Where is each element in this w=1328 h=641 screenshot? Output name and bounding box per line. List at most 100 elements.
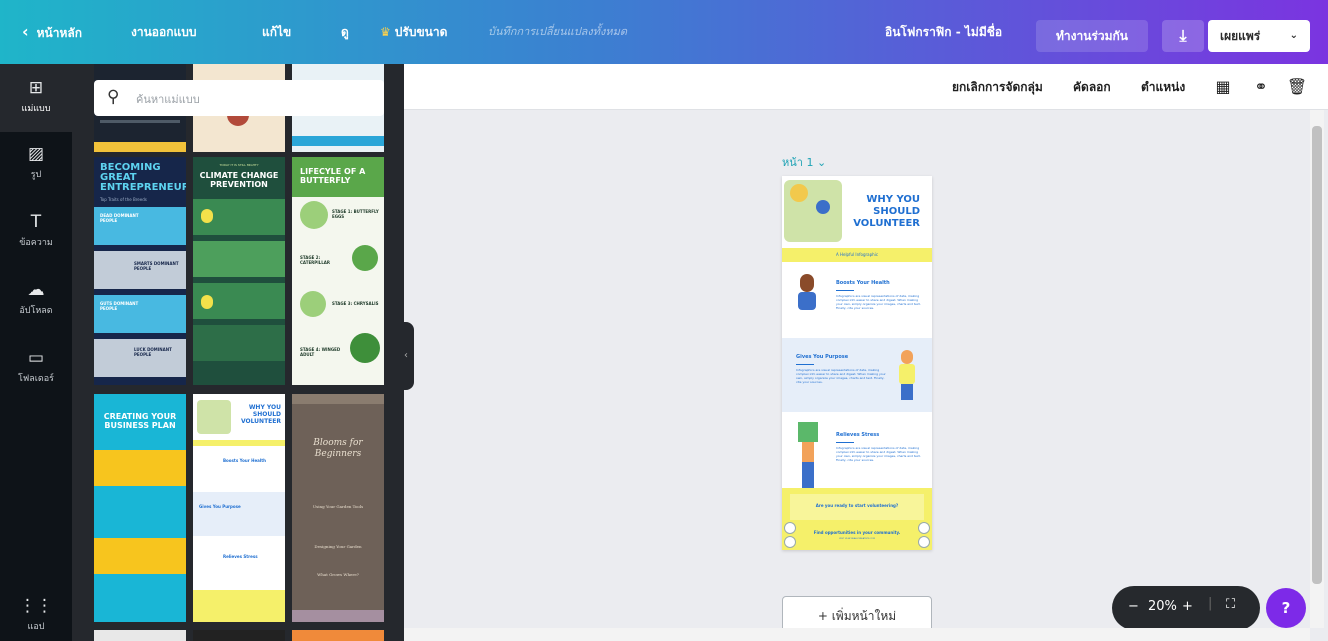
template-thumb-partial-4[interactable] [94,630,186,641]
template-row-label: SMARTS DOMINANT PEOPLE [134,261,179,271]
document-title[interactable]: อินโฟกราฟิก - ไม่มีชื่อ [885,0,1002,64]
selection-handle[interactable] [918,522,930,534]
template-thumb-partial-6[interactable] [292,630,384,641]
page-footer: Are you ready to start volunteering? Fin… [782,488,932,550]
save-status: บันทึกการเปลี่ยนแปลงทั้งหมด [488,25,628,38]
template-title: CLIMATE CHANGE PREVENTION [199,171,279,189]
chevron-left-icon: ‹ [22,22,29,41]
design-page[interactable]: WHY YOU SHOULD VOLUNTEER A Helpful Infog… [782,176,932,550]
horizontal-scrollbar[interactable] [404,628,1310,641]
folder-icon: ▭ [27,348,45,368]
zoom-control: − 20% + | ⛶ [1112,586,1260,630]
page-footer-text: Find opportunities in your community. [813,530,901,535]
section-body: Infographics are visual representations … [836,294,921,310]
section-heading: Gives You Purpose [796,354,849,360]
page-label[interactable]: หน้า 1 ⌄ [782,153,826,171]
chevron-down-icon: ⌄ [1289,30,1298,41]
template-row-label: DEAD DOMINANT PEOPLE [100,213,139,223]
template-row-label: Relieves Stress [223,554,258,559]
vertical-scroll-thumb[interactable] [1312,126,1322,584]
trash-icon[interactable]: 🗑 [1286,76,1308,98]
ungroup-button[interactable]: ยกเลิกการจัดกลุ่ม [952,64,1043,110]
page-subtitle: A Helpful Infographic [835,252,879,257]
crown-icon: ♛ [380,25,391,39]
child-shape [816,200,830,214]
template-title: CREATING YOUR BUSINESS PLAN [103,412,177,430]
rail-item-uploads[interactable]: ☁ อัปโหลด [0,280,72,317]
transparency-icon[interactable]: ▦ [1212,76,1234,98]
template-subtitle: Top Traits of the Breeds [100,197,147,202]
link-icon[interactable]: ⚭ [1250,76,1272,98]
template-title: BECOMING GREAT ENTREPRENEURS [100,162,186,193]
carrying-man-illustration [796,422,820,488]
help-button[interactable]: ? [1266,588,1306,628]
selection-handle[interactable] [918,536,930,548]
rail-item-text[interactable]: T ข้อความ [0,212,72,249]
subtitle-band: A Helpful Infographic [782,248,932,262]
section-body: Infographics are visual representations … [796,368,886,384]
selection-handle[interactable] [784,522,796,534]
template-kicker: TODAY IT IS STILL MIGHTY [219,163,259,167]
search-icon: ⚲ [107,87,120,107]
zoom-out-button[interactable]: − [1128,599,1139,614]
download-button[interactable]: ⤓ [1162,20,1204,52]
rail-item-photos[interactable]: ▨ รูป [0,144,72,181]
template-row-label: What Grows Where? [317,572,359,577]
fullscreen-icon[interactable]: ⛶ [1226,597,1235,612]
photo-icon: ▨ [27,144,45,164]
collaborate-button[interactable]: ทำงานร่วมกัน [1036,20,1148,52]
template-thumb-entrepreneurs[interactable]: BECOMING GREAT ENTREPRENEURS Top Traits … [94,157,186,385]
woman-illustration [796,274,818,310]
search-input[interactable]: ค้นหาแม่แบบ [136,90,200,108]
template-search-box[interactable]: ⚲ ค้นหาแม่แบบ [94,80,384,116]
page-footer-url: VISIT US AT REALLYGREATSITE.COM [839,538,875,540]
zoom-level[interactable]: 20% [1148,599,1177,614]
template-thumb-volunteer[interactable]: WHY YOU SHOULD VOLUNTEER Boosts Your Hea… [193,394,285,622]
divider [836,290,854,291]
back-home-button[interactable]: ‹ หน้าหลัก [22,0,82,64]
page-cta: Are you ready to start volunteering? [815,503,899,508]
rail-item-folders[interactable]: ▭ โฟลเดอร์ [0,348,72,385]
template-thumb-climate[interactable]: TODAY IT IS STILL MIGHTY CLIMATE CHANGE … [193,157,285,385]
section-body: Infographics are visual representations … [836,446,921,462]
publish-button[interactable]: เผยแพร่ ⌄ [1208,20,1310,52]
position-button[interactable]: ตำแหน่ง [1141,64,1185,110]
template-thumb-business-plan[interactable]: CREATING YOUR BUSINESS PLAN [94,394,186,622]
chevron-left-icon: ‹ [404,350,408,361]
rail-item-templates[interactable]: ⊞ แม่แบบ [0,64,72,132]
template-row-label: Using Your Garden Tools [312,504,364,509]
template-panel: BECOMING GREAT ENTREPRENEURS Top Traits … [72,64,404,641]
side-rail: ⊞ แม่แบบ ▨ รูป T ข้อความ ☁ อัปโหลด ▭ โฟล… [0,64,72,641]
action-bar: ยกเลิกการจัดกลุ่ม คัดลอก ตำแหน่ง ▦ ⚭ 🗑 [404,64,1328,110]
template-row-label: Designing Your Garden [314,544,362,549]
top-bar: ‹ หน้าหลัก งานออกแบบ แก้ไข ดู ♛ ปรับขนาด บ… [0,0,1328,64]
section-heading: Relieves Stress [836,432,880,438]
cheering-man-illustration [896,350,918,400]
template-thumb-blooms[interactable]: Blooms for Beginners Using Your Garden T… [292,394,384,622]
template-title: LIFECYLE OF A BUTTERFLY [300,167,366,185]
template-row-label: GUTS DOMINANT PEOPLE [100,301,139,311]
menu-resize[interactable]: ♛ ปรับขนาด [380,0,447,64]
menu-view[interactable]: ดู [341,0,349,64]
template-row-label: STAGE 2: CATERPILLAR [300,255,330,265]
menu-edit[interactable]: แก้ไข [262,0,291,64]
hat-shape [790,184,808,202]
template-row-label: STAGE 3: CHRYSALIS [332,301,379,306]
download-icon: ⤓ [1179,26,1187,45]
chevron-down-icon: ⌄ [816,156,827,169]
collapse-panel-handle[interactable]: ‹ [398,322,414,390]
rail-item-apps[interactable]: ⋮⋮ แอป [0,596,72,633]
zoom-in-button[interactable]: + [1182,599,1193,614]
copy-button[interactable]: คัดลอก [1073,64,1111,110]
template-thumb-partial-5[interactable] [193,630,285,641]
template-thumb-butterfly[interactable]: LIFECYLE OF A BUTTERFLY STAGE 1: BUTTERF… [292,157,384,385]
template-row-label: STAGE 1: BUTTERFLY EGGS [332,209,379,219]
template-title: WHY YOU SHOULD VOLUNTEER [240,404,281,425]
divider [836,442,854,443]
template-icon: ⊞ [28,78,44,98]
template-row-label: Boosts Your Health [223,458,266,463]
menu-design[interactable]: งานออกแบบ [131,0,196,64]
text-icon: T [30,212,42,232]
separator: | [1208,596,1213,611]
selection-handle[interactable] [784,536,796,548]
